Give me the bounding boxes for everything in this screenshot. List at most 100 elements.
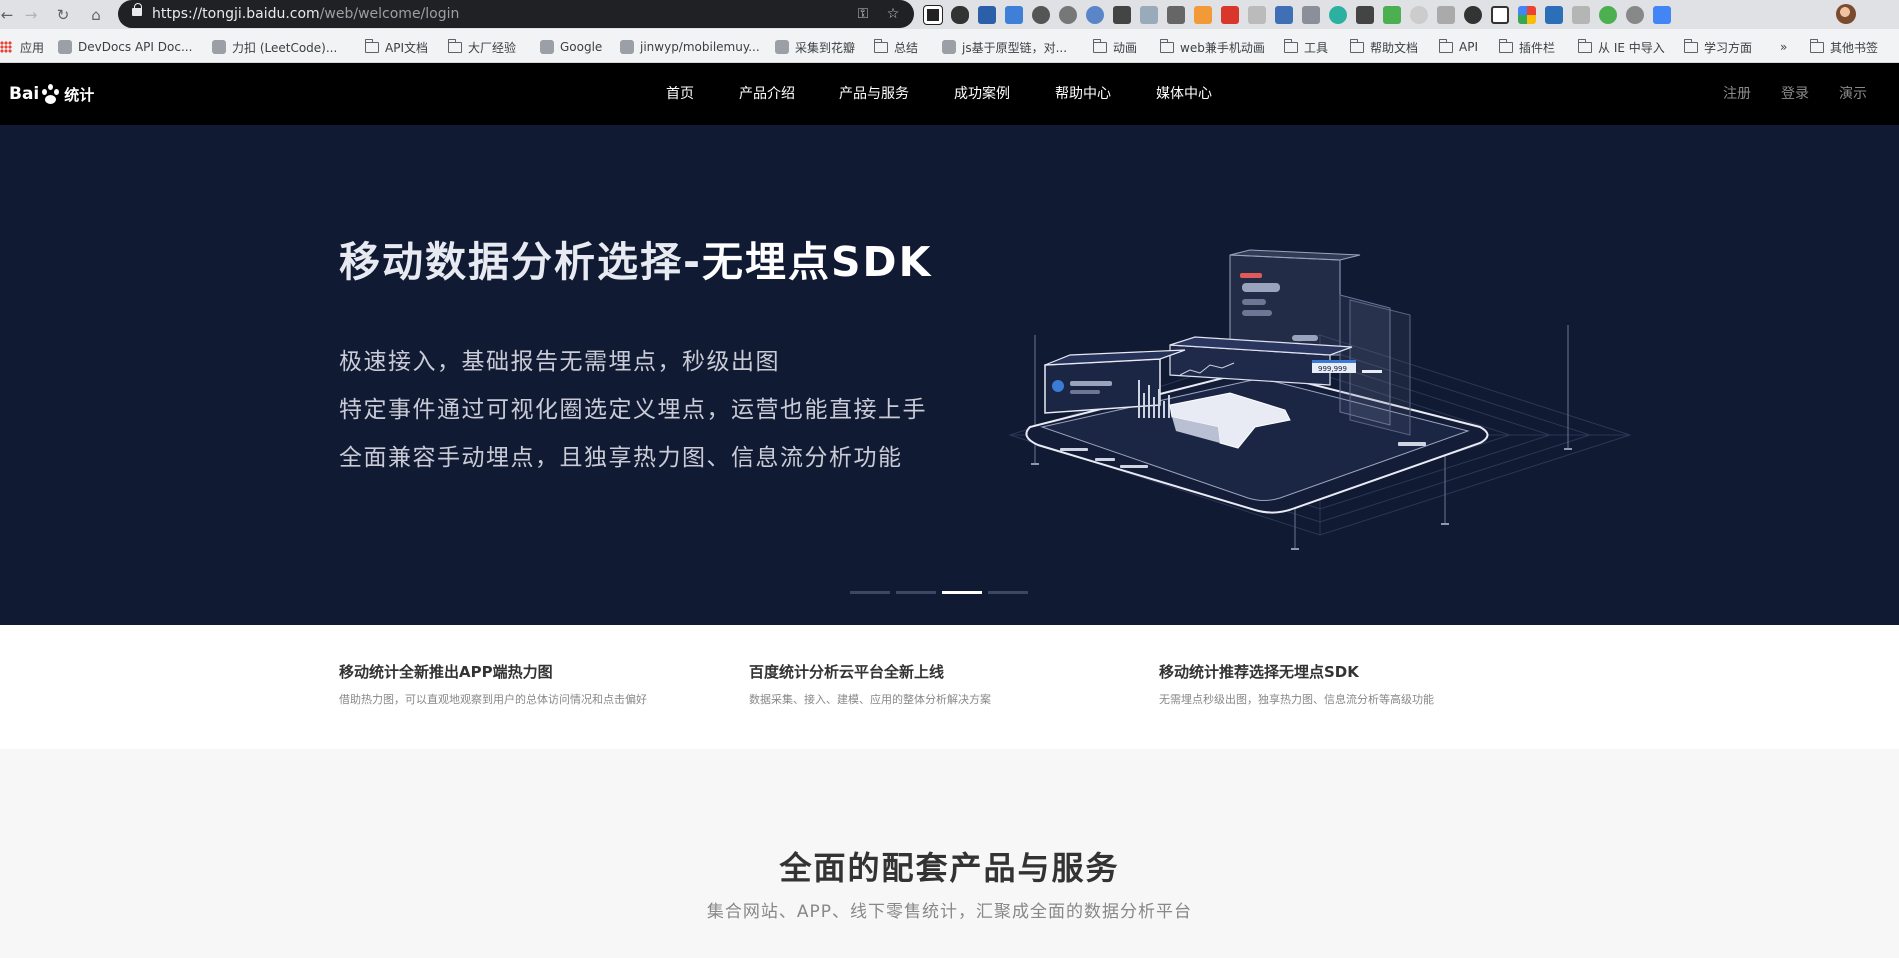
extension-icon[interactable] — [1383, 6, 1401, 24]
news-item[interactable]: 百度统计分析云平台全新上线 数据采集、接入、建模、应用的整体分析解决方案 — [749, 661, 1109, 707]
address-bar[interactable]: https://tongji.baidu.com/web/welcome/log… — [118, 0, 914, 28]
nav-media-center[interactable]: 媒体中心 — [1156, 63, 1212, 125]
nav-success-cases[interactable]: 成功案例 — [954, 63, 1010, 125]
carousel-dot[interactable] — [942, 591, 982, 594]
extension-icon[interactable] — [1086, 6, 1104, 24]
star-icon[interactable]: ☆ — [884, 5, 902, 23]
back-icon[interactable]: ← — [0, 4, 18, 26]
bookmark-item[interactable]: web兼手机动画 — [1160, 38, 1265, 56]
extension-icon[interactable] — [978, 6, 996, 24]
extension-icon[interactable] — [1599, 6, 1617, 24]
bookmark-label: 插件栏 — [1519, 40, 1556, 55]
nav-products-services[interactable]: 产品与服务 — [839, 63, 909, 125]
user-nav: 注册 登录 演示 — [1723, 63, 1867, 125]
extension-icon[interactable] — [1275, 6, 1293, 24]
bookmark-item[interactable]: API — [1439, 38, 1478, 56]
extension-icon[interactable] — [1005, 6, 1023, 24]
home-icon[interactable]: ⌂ — [85, 4, 107, 26]
carousel-dot[interactable] — [988, 591, 1028, 594]
extension-icon[interactable] — [1545, 6, 1563, 24]
nav-help-center[interactable]: 帮助中心 — [1055, 63, 1111, 125]
news-desc: 无需埋点秒级出图，独享热力图、信息流分析等高级功能 — [1159, 693, 1434, 706]
extension-icon[interactable] — [1329, 6, 1347, 24]
extension-icon[interactable] — [1653, 6, 1671, 24]
news-title[interactable]: 百度统计分析云平台全新上线 — [749, 661, 1109, 682]
extension-icon[interactable] — [1248, 6, 1266, 24]
bookmark-item[interactable]: js基于原型链，对... — [942, 38, 1067, 56]
bookmark-item[interactable]: 从 IE 中导入 — [1578, 38, 1665, 56]
bookmark-item[interactable]: » — [1780, 38, 1787, 56]
nav-product-intro[interactable]: 产品介绍 — [739, 63, 795, 125]
news-desc: 数据采集、接入、建模、应用的整体分析解决方案 — [749, 693, 991, 706]
bookmark-item[interactable]: 工具 — [1284, 38, 1328, 56]
extension-icon[interactable] — [1356, 6, 1374, 24]
bookmark-item[interactable]: 总结 — [874, 38, 918, 56]
bookmark-label: » — [1780, 40, 1788, 54]
url-text[interactable]: https://tongji.baidu.com/web/welcome/log… — [152, 6, 459, 22]
extension-icon[interactable] — [951, 6, 969, 24]
bookmark-item[interactable]: 动画 — [1093, 38, 1137, 56]
bookmark-item[interactable]: 采集到花瓣 — [775, 38, 855, 56]
news-title[interactable]: 移动统计全新推出APP端热力图 — [339, 661, 699, 682]
bookmark-label: jinwyp/mobilemuy... — [640, 40, 760, 54]
lock-icon — [132, 3, 142, 16]
extension-icon[interactable] — [1113, 6, 1131, 24]
bookmark-item[interactable]: Google — [540, 38, 602, 56]
extension-icon[interactable] — [1518, 6, 1536, 24]
extension-icon[interactable] — [1194, 6, 1212, 24]
extension-icon[interactable] — [1140, 6, 1158, 24]
extension-icon[interactable] — [1491, 6, 1509, 24]
folder-icon — [1810, 38, 1824, 53]
extension-icon[interactable] — [1059, 6, 1077, 24]
bookmark-item[interactable]: 大厂经验 — [448, 38, 516, 56]
extension-icon[interactable] — [1437, 6, 1455, 24]
bookmark-label: 动画 — [1113, 40, 1138, 55]
extension-icon[interactable] — [1464, 6, 1482, 24]
extension-icon[interactable] — [1626, 6, 1644, 24]
bookmark-item[interactable]: 学习方面 — [1684, 38, 1752, 56]
key-icon[interactable]: ⚿ — [854, 5, 872, 23]
hero-feature-3: 全面兼容手动埋点，且独享热力图、信息流分析功能 — [339, 445, 903, 471]
extension-icon[interactable] — [1572, 6, 1590, 24]
profile-avatar[interactable] — [1836, 4, 1856, 24]
logo-text-cn: 统计 — [64, 85, 95, 104]
folder-icon — [1439, 38, 1453, 53]
bookmark-label: web兼手机动画 — [1180, 40, 1265, 55]
carousel-dot[interactable] — [850, 591, 890, 594]
login-link[interactable]: 登录 — [1781, 63, 1809, 125]
bookmark-label: 其他书签 — [1830, 40, 1879, 55]
demo-link[interactable]: 演示 — [1839, 63, 1867, 125]
bookmark-item[interactable]: DevDocs API Doc... — [58, 38, 192, 56]
bookmark-label: 力扣 (LeetCode)... — [232, 40, 338, 55]
extension-icon[interactable] — [1221, 6, 1239, 24]
extension-icon[interactable] — [1410, 6, 1428, 24]
carousel-dot[interactable] — [896, 591, 936, 594]
bookmark-item[interactable]: 帮助文档 — [1350, 38, 1418, 56]
bookmark-label: DevDocs API Doc... — [78, 40, 193, 54]
section-subtitle: 集合网站、APP、线下零售统计，汇聚成全面的数据分析平台 — [706, 902, 1193, 922]
news-title[interactable]: 移动统计推荐选择无埋点SDK — [1159, 661, 1519, 682]
reload-icon[interactable]: ↻ — [52, 4, 74, 26]
bookmark-label: 帮助文档 — [1370, 40, 1419, 55]
register-link[interactable]: 注册 — [1723, 63, 1751, 125]
extension-icon[interactable] — [1032, 6, 1050, 24]
bookmark-item[interactable]: jinwyp/mobilemuy... — [620, 38, 760, 56]
art-number: 999,999 — [1318, 365, 1347, 373]
bookmark-label: 总结 — [894, 40, 919, 55]
bookmark-item[interactable]: 力扣 (LeetCode)... — [212, 38, 337, 56]
extension-icon[interactable] — [923, 5, 943, 25]
news-item[interactable]: 移动统计全新推出APP端热力图 借助热力图，可以直观地观察到用户的总体访问情况和… — [339, 661, 699, 707]
nav-home[interactable]: 首页 — [666, 63, 694, 125]
extension-icon[interactable] — [1167, 6, 1185, 24]
bookmark-item[interactable]: 应用 — [0, 38, 44, 56]
bookmark-item[interactable]: 其他书签 — [1810, 38, 1878, 56]
baidu-tongji-logo[interactable]: Bai 统计 — [9, 81, 94, 107]
extension-icon[interactable] — [1302, 6, 1320, 24]
news-item[interactable]: 移动统计推荐选择无埋点SDK 无需埋点秒级出图，独享热力图、信息流分析等高级功能 — [1159, 661, 1519, 707]
folder-icon — [1350, 38, 1364, 53]
browser-toolbar: ← → ↻ ⌂ https://tongji.baidu.com/web/wel… — [0, 0, 1899, 29]
forward-icon[interactable]: → — [20, 4, 42, 26]
folder-icon — [1284, 38, 1298, 53]
bookmark-item[interactable]: API文档 — [365, 38, 428, 56]
bookmark-item[interactable]: 插件栏 — [1499, 38, 1555, 56]
